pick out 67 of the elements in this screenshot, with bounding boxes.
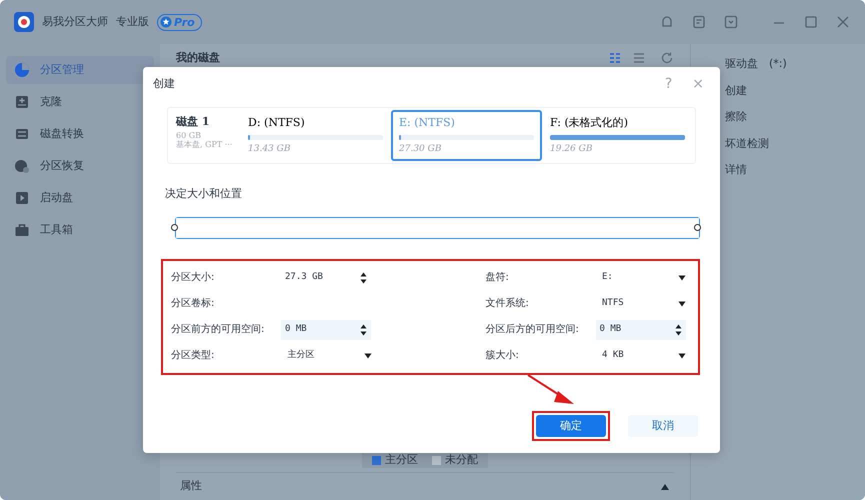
dropdown[interactable]: 4 KB <box>598 346 690 366</box>
play-icon <box>14 190 30 206</box>
toolbox-icon <box>14 222 30 238</box>
collapse-icon[interactable] <box>660 482 670 492</box>
field-label: 分区卷标: <box>171 296 216 311</box>
edition-label: 专业版 <box>116 14 149 30</box>
field-label: 分区前方的可用空间: <box>171 322 266 337</box>
spinner-icon <box>360 272 367 284</box>
star-icon <box>160 16 172 28</box>
pro-text: Pro <box>174 14 195 30</box>
sidebar-item[interactable]: 工具箱 <box>6 216 154 244</box>
number-field[interactable]: 0 MB <box>281 320 371 340</box>
confirm-button[interactable]: 确定 <box>536 415 606 437</box>
field-label: 分区类型: <box>171 348 216 363</box>
close-icon[interactable] <box>835 14 851 30</box>
section-heading: 决定大小和位置 <box>165 186 243 202</box>
dialog-title: 创建 <box>153 76 175 92</box>
note-icon[interactable] <box>691 14 707 30</box>
partition-card[interactable]: E: (NTFS) 27.30 GB <box>391 110 542 161</box>
sidebar-item[interactable]: 分区恢复 <box>6 152 154 180</box>
download-icon[interactable] <box>723 14 739 30</box>
disk-name: 磁盘 1 <box>176 114 210 130</box>
maximize-icon[interactable] <box>803 14 819 30</box>
partition-size: 19.26 GB <box>550 142 594 156</box>
drive-title: 驱动盘 (*:) <box>725 56 788 72</box>
spinner-icon <box>674 324 682 336</box>
dropdown[interactable]: NTFS <box>598 294 690 314</box>
spinner-icon <box>360 324 367 336</box>
field-label: 文件系统: <box>486 296 530 311</box>
sidebar-item[interactable]: 启动盘 <box>6 184 154 212</box>
caret-icon <box>678 274 686 280</box>
properties-label: 属性 <box>180 478 202 494</box>
partition-label: F: (未格式化的) <box>550 115 630 131</box>
list-view-icon[interactable] <box>632 51 646 66</box>
dropdown[interactable]: 主分区 <box>284 346 376 366</box>
grid-view-icon[interactable] <box>608 51 622 66</box>
app-title: 易我分区大师 <box>42 14 108 30</box>
app-logo <box>14 12 34 32</box>
field-label: 簇大小: <box>486 348 520 363</box>
caret-icon <box>678 352 686 358</box>
partition-card[interactable]: F: (未格式化的) 19.26 GB <box>542 110 693 161</box>
legend-label: 主分区 <box>385 452 418 468</box>
cancel-button[interactable]: 取消 <box>628 415 698 437</box>
partition-size: 13.43 GB <box>248 142 292 156</box>
action-link[interactable]: 擦除 <box>725 109 865 126</box>
disk-size: 60 GB <box>176 130 202 140</box>
dropdown[interactable]: E: <box>598 268 690 288</box>
partition-label: E: (NTFS) <box>399 115 456 131</box>
partition-card[interactable]: D: (NTFS) 13.43 GB <box>240 110 391 161</box>
field-label: 分区大小: <box>171 270 216 285</box>
number-field[interactable]: 27.3 GB <box>281 268 371 288</box>
action-link[interactable]: 详情 <box>725 162 865 178</box>
field-label: 分区后方的可用空间: <box>486 322 580 337</box>
caret-icon <box>678 300 686 306</box>
refresh-icon[interactable] <box>660 51 674 66</box>
number-field[interactable]: 0 MB <box>596 320 686 340</box>
partition-label: D: (NTFS) <box>248 115 306 131</box>
disk-info: 基本盘, GPT ··· <box>176 140 234 148</box>
caret-icon <box>364 352 372 358</box>
field-label: 盘符: <box>486 271 510 285</box>
legend-label: 未分配 <box>445 452 478 468</box>
action-link[interactable]: 创建 <box>725 82 865 99</box>
action-link[interactable]: 坏道检测 <box>725 136 865 152</box>
section-title: 我的磁盘 <box>176 50 220 66</box>
slider-handle[interactable] <box>171 224 178 230</box>
partition-size: 27.30 GB <box>399 142 442 156</box>
clone-icon <box>14 94 30 110</box>
